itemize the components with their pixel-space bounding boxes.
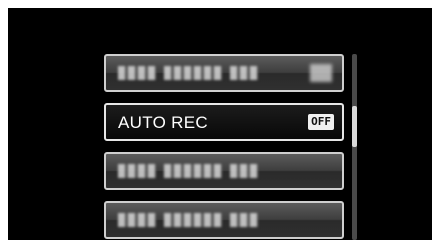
auto-rec-value-badge: OFF <box>308 114 334 130</box>
menu-item-blurred-3[interactable] <box>104 152 344 190</box>
blurred-label <box>118 213 258 227</box>
menu-item-blurred-4[interactable] <box>104 201 344 239</box>
menu-item-auto-rec[interactable]: AUTO REC OFF <box>104 103 344 141</box>
blurred-value-icon <box>310 64 332 82</box>
menu-scrollbar[interactable] <box>352 54 357 240</box>
auto-rec-label: AUTO REC <box>118 113 208 132</box>
blurred-label <box>118 66 258 80</box>
blurred-label <box>118 164 258 178</box>
menu-item-blurred-1[interactable] <box>104 54 344 92</box>
camera-menu-screen: AUTO REC OFF <box>8 8 432 240</box>
menu-scrollbar-thumb[interactable] <box>352 106 357 147</box>
